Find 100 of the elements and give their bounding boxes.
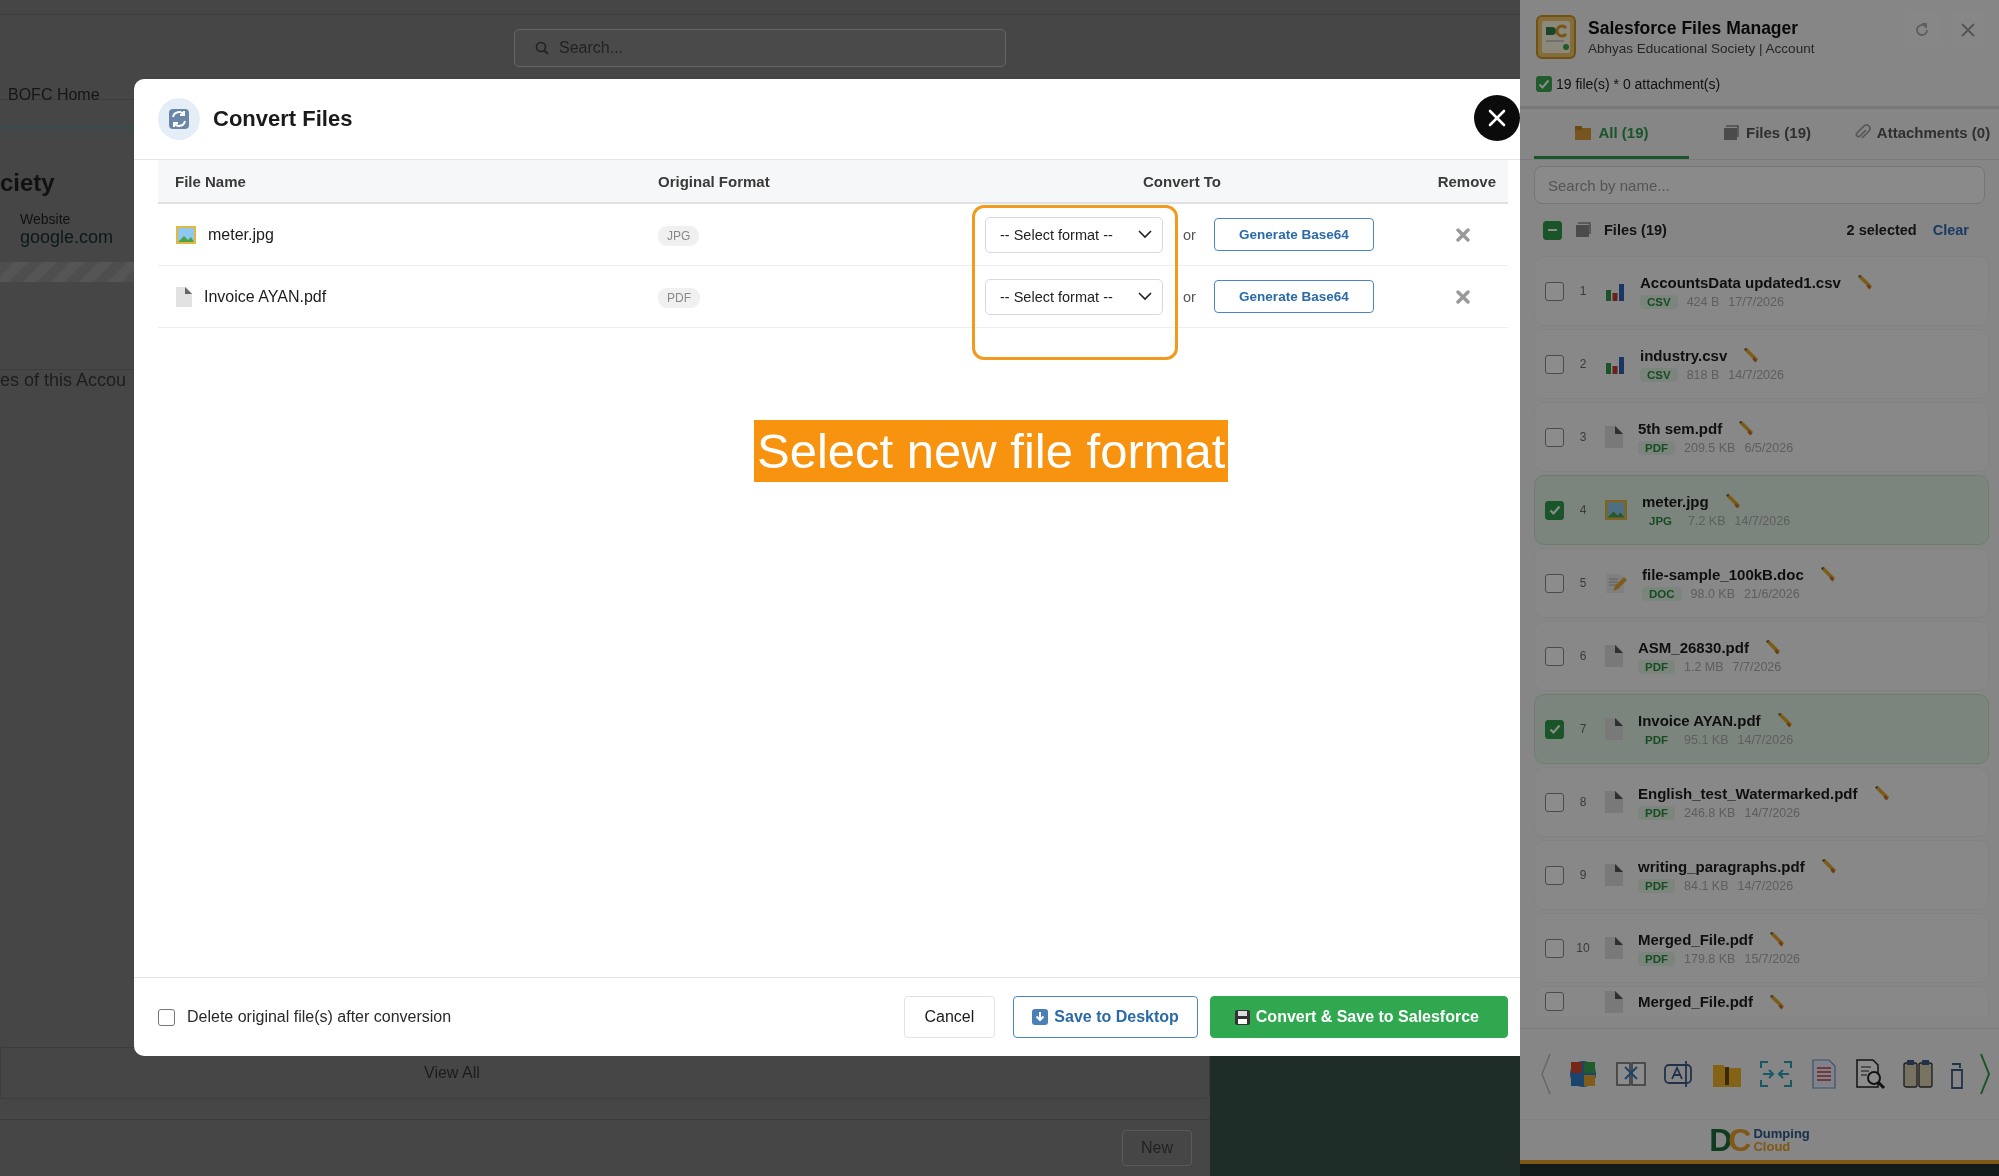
checkbox-label: Delete original file(s) after conversion (187, 1008, 452, 1026)
box-icon (1574, 124, 1593, 141)
file-name: Merged_File.pdf (1638, 993, 1753, 1010)
format-tag: PDF (658, 287, 700, 308)
chevron-left-icon[interactable] (1540, 1052, 1552, 1096)
file-name: English_test_Watermarked.pdf (1638, 784, 1858, 802)
file-name: industry.csv (1640, 346, 1728, 364)
format-select[interactable]: -- Select format -- (985, 278, 1163, 315)
search-icon (535, 41, 549, 55)
file-row[interactable]: Merged_File.pdf (1534, 986, 1989, 1016)
pencil-icon[interactable] (1741, 346, 1760, 364)
generate-base64-button[interactable]: Generate Base64 (1213, 218, 1374, 251)
download-icon (1032, 1009, 1049, 1025)
file-type-tag: PDF (1638, 952, 1675, 966)
chevron-right-icon[interactable] (1978, 1052, 1991, 1096)
group-label: Files (19) (1604, 222, 1667, 238)
checkbox[interactable] (1545, 865, 1564, 885)
convert-icon (158, 98, 200, 140)
column-header: Convert To (1141, 172, 1223, 190)
document-icon (1604, 936, 1624, 960)
folder-icon (1722, 124, 1740, 141)
row-number: 2 (1578, 357, 1588, 371)
app-logo-icon (1536, 15, 1576, 59)
checkbox[interactable] (1545, 646, 1564, 666)
checkbox[interactable] (1545, 427, 1564, 447)
save-to-desktop-button[interactable]: Save to Desktop (1013, 996, 1198, 1038)
chevron-down-icon (1138, 292, 1152, 301)
file-name: writing_paragraphs.pdf (1638, 857, 1805, 875)
row-number: 4 (1578, 503, 1588, 517)
file-name: meter.jpg (1642, 492, 1709, 510)
clear-link[interactable]: Clear (1932, 222, 1969, 238)
file-type-tag: PDF (1638, 806, 1675, 820)
document-icon (1604, 989, 1624, 1014)
panel-tab[interactable]: Attachments (0) (1844, 109, 1999, 159)
brand-name: Dumping (1753, 1127, 1810, 1140)
selection-count: 2 selected (1846, 222, 1917, 238)
pencil-icon[interactable] (1767, 992, 1785, 1011)
document-icon (1604, 425, 1624, 449)
text-cursor-icon[interactable] (1662, 1059, 1695, 1089)
merge-arrows-icon[interactable] (1759, 1059, 1794, 1089)
checkbox[interactable] (1545, 719, 1564, 739)
split-document-icon[interactable] (1614, 1059, 1647, 1089)
checkbox[interactable] (1545, 992, 1564, 1011)
column-header: Remove (1436, 172, 1497, 190)
cancel-button[interactable]: Cancel (903, 996, 996, 1038)
row-number: 6 (1578, 649, 1588, 663)
file-name: Merged_File.pdf (1638, 930, 1753, 948)
check-icon (1547, 503, 1562, 517)
document-icon (1604, 790, 1624, 814)
file-name: ASM_26830.pdf (1638, 638, 1749, 656)
checkbox[interactable] (1545, 792, 1564, 812)
file-name: Invoice AYAN.pdf (1638, 711, 1761, 729)
clipboards-icon[interactable] (1902, 1058, 1935, 1090)
row-number: 9 (1578, 868, 1588, 882)
document-lines-icon[interactable] (1809, 1058, 1838, 1090)
file-type-tag: DOC (1642, 587, 1682, 601)
document-icon (1604, 644, 1624, 668)
file-type-tag: CSV (1640, 295, 1678, 309)
pencil-icon[interactable] (1767, 930, 1785, 948)
brand-name: Cloud (1753, 1140, 1791, 1153)
format-tag: JPG (658, 225, 700, 246)
remove-icon[interactable] (1456, 289, 1470, 304)
file-type-tag: PDF (1638, 660, 1675, 674)
check-icon (1547, 722, 1562, 736)
panel-tab[interactable]: Files (19) (1689, 109, 1844, 159)
file-name: file-sample_100kB.doc (1642, 565, 1804, 583)
document-icon (1604, 863, 1624, 887)
column-header: File Name (174, 172, 247, 190)
refresh-icon (1913, 21, 1931, 39)
or-text: or (1183, 288, 1196, 305)
row-number: 7 (1578, 722, 1588, 736)
document-pencil-icon (1604, 571, 1628, 595)
checkbox[interactable] (158, 1008, 175, 1026)
pencil-icon[interactable] (1736, 419, 1755, 437)
checkbox[interactable] (1545, 354, 1564, 374)
dialog-title: Convert Files (213, 106, 353, 132)
checkbox[interactable] (1545, 281, 1564, 301)
document-icon (175, 285, 193, 308)
document-search-icon[interactable] (1854, 1058, 1887, 1090)
office-apps-icon[interactable] (1568, 1059, 1599, 1089)
image-file-icon (1604, 499, 1628, 521)
check-icon (1536, 76, 1552, 92)
checkbox[interactable] (1545, 500, 1564, 520)
document-icon (1604, 717, 1624, 741)
file-name: Invoice AYAN.pdf (204, 287, 327, 306)
format-select[interactable]: -- Select format -- (985, 216, 1163, 253)
checkbox[interactable] (1545, 573, 1564, 593)
row-number: 5 (1578, 576, 1588, 590)
select-all-checkbox[interactable] (1543, 220, 1562, 240)
remove-icon[interactable] (1456, 227, 1470, 242)
panel-title: Salesforce Files Manager (1588, 18, 1800, 39)
panel-subtitle: Abhyas Educational Society | Account (1588, 41, 1816, 56)
file-name: 5th sem.pdf (1638, 419, 1723, 437)
generate-base64-button[interactable]: Generate Base64 (1213, 280, 1374, 313)
row-number: 8 (1578, 795, 1588, 809)
chevron-down-icon (1138, 230, 1152, 239)
checkbox[interactable] (1545, 938, 1564, 958)
close-button[interactable] (1474, 95, 1520, 141)
convert-and-save-button[interactable]: Convert & Save to Salesforce (1209, 996, 1508, 1038)
annotation-label: Select new file format (754, 420, 1229, 482)
